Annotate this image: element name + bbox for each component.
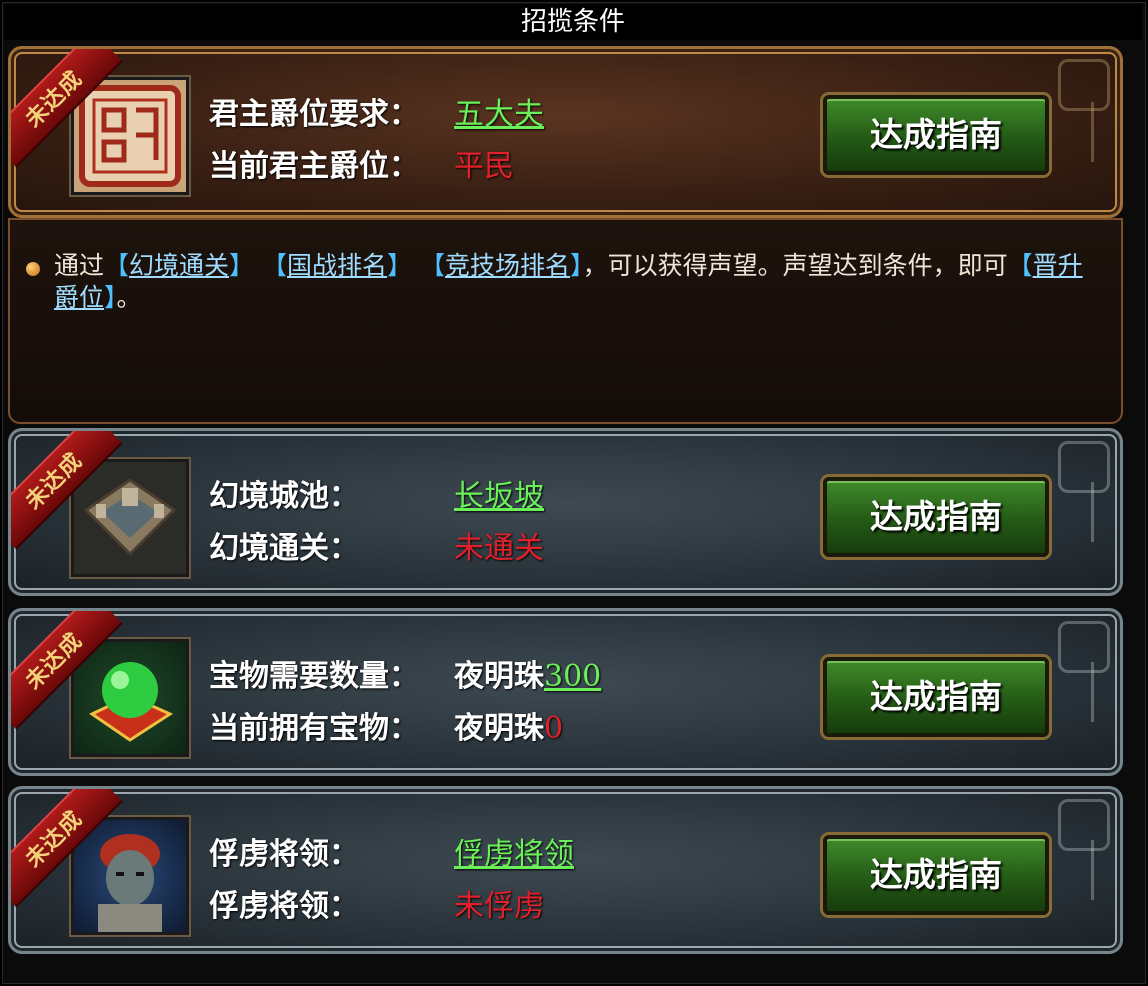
edge-ornament [1091, 102, 1120, 162]
edge-ornament [1091, 482, 1120, 542]
treasure-need-value: 夜明珠300 [454, 651, 601, 695]
link-illusion-clear[interactable]: 【幻境通关】 [104, 251, 254, 280]
link-illusion-clear-text[interactable]: 幻境通关 [129, 251, 229, 280]
treasure-have-value: 夜明珠0 [454, 703, 563, 747]
condition-panel-treasure: 未达成 宝物需要数量： 夜明珠300 当前拥有宝物： 夜明珠0 达成指南 [8, 608, 1123, 776]
treasure-have-label: 当前拥有宝物： [209, 711, 419, 746]
captive-status-label: 俘虏将领： [209, 889, 359, 924]
condition-panel-city: 未达成 幻境城池： 长坂坡 幻境通关： 未通关 达成指南 [8, 428, 1123, 596]
link-war-rank[interactable]: 【国战排名】 [262, 251, 412, 280]
edge-ornament [1091, 662, 1120, 722]
guide-button[interactable]: 达成指南 [823, 477, 1049, 557]
rank-current-label: 当前君主爵位： [209, 149, 419, 184]
treasure-need-label: 宝物需要数量： [209, 659, 419, 694]
city-value[interactable]: 长坂坡 [454, 471, 544, 515]
dialog-title: 招揽条件 [4, 4, 1142, 40]
captive-value[interactable]: 俘虏将领 [454, 829, 574, 873]
link-war-rank-text[interactable]: 国战排名 [287, 251, 387, 280]
condition-panel-captive: 未达成 俘虏将领： 俘虏将领 俘虏将领： 未俘虏 达成指南 [8, 786, 1123, 954]
treasure-need-name: 夜明珠 [454, 659, 544, 694]
captive-status-value: 未俘虏 [454, 889, 544, 924]
guide-button[interactable]: 达成指南 [823, 835, 1049, 915]
captive-label: 俘虏将领： [209, 837, 359, 872]
rank-required-label: 君主爵位要求： [209, 97, 419, 132]
guide-button[interactable]: 达成指南 [823, 95, 1049, 175]
info-text: 通过【幻境通关】 【国战排名】 【竞技场排名】，可以获得声望。声望达到条件，即可… [54, 250, 1094, 314]
rank-required-value[interactable]: 五大夫 [454, 89, 544, 133]
edge-ornament [1091, 840, 1120, 900]
info-middle: ，可以获得声望。声望达到条件，即可 [582, 251, 1008, 280]
rank-requirement-panel: 未达成 君主爵位要求： 五大夫 当前君主爵位： 平民 达成指南 [8, 46, 1123, 218]
treasure-have-count: 0 [544, 711, 564, 746]
city-label: 幻境城池： [209, 479, 359, 514]
guide-button[interactable]: 达成指南 [823, 657, 1049, 737]
link-arena-rank[interactable]: 【竞技场排名】 [420, 251, 583, 280]
rank-current-value: 平民 [454, 149, 514, 184]
info-panel: 通过【幻境通关】 【国战排名】 【竞技场排名】，可以获得声望。声望达到条件，即可… [8, 218, 1123, 424]
info-prefix: 通过 [54, 251, 105, 280]
treasure-need-count[interactable]: 300 [544, 659, 601, 694]
info-suffix: 。 [116, 283, 142, 312]
clear-label: 幻境通关： [209, 531, 359, 566]
clear-value: 未通关 [454, 531, 544, 566]
link-arena-rank-text[interactable]: 竞技场排名 [445, 251, 570, 280]
treasure-have-name: 夜明珠 [454, 711, 544, 746]
bullet-icon [26, 262, 40, 276]
